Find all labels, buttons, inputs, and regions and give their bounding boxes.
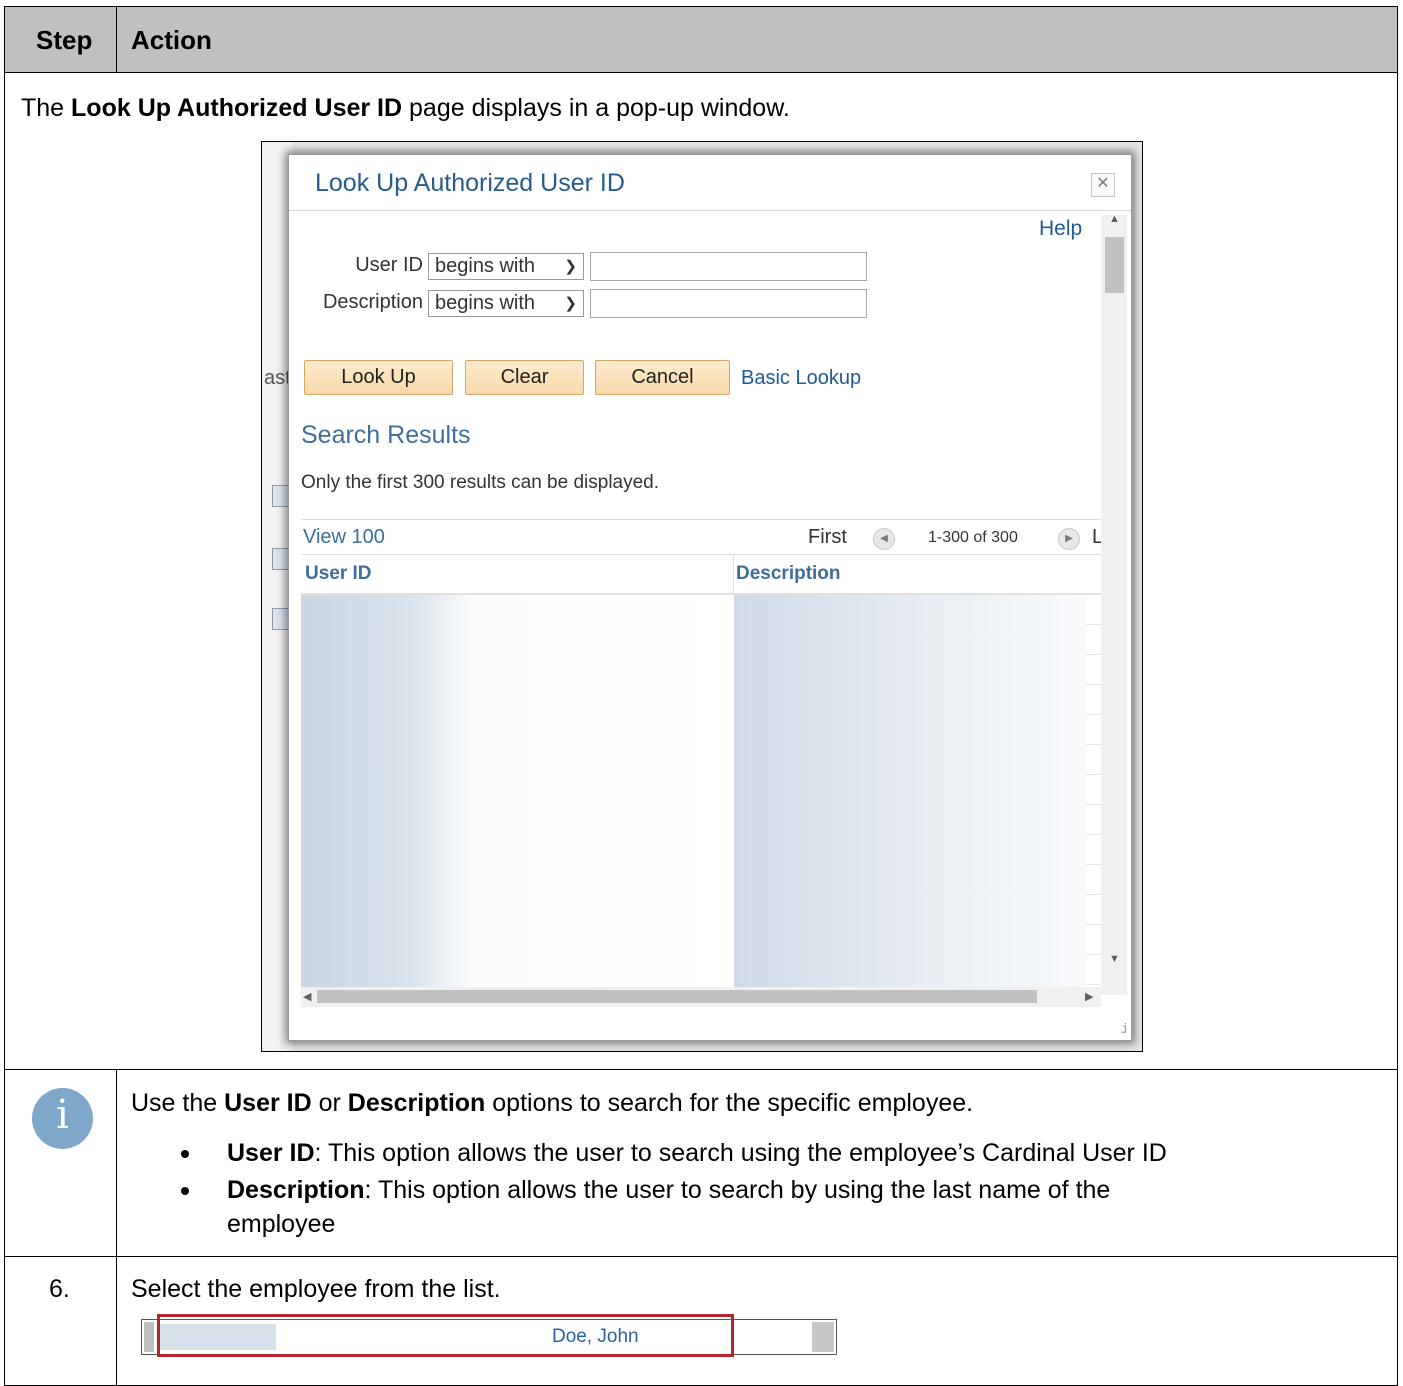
look-up-button[interactable]: Look Up	[304, 360, 453, 395]
chevron-down-icon: ❯	[564, 258, 577, 275]
step-6-instruction: Select the employee from the list.	[131, 1275, 501, 1303]
close-icon[interactable]: ✕	[1091, 173, 1115, 197]
scroll-right-icon[interactable]: ▶	[1085, 990, 1093, 1003]
popup-description-text: The Look Up Authorized User ID page disp…	[21, 94, 790, 122]
info-icon: i	[32, 1088, 93, 1149]
row-left-edge	[144, 1322, 154, 1352]
lookup-popup-screenshot: ast Look Up Authorized User ID ✕ Help Us…	[261, 141, 1143, 1052]
description-operator-select[interactable]: begins with ❯	[428, 290, 584, 317]
user-id-operator-value: begins with	[435, 255, 536, 277]
search-results-heading: Search Results	[301, 421, 471, 449]
basic-lookup-link[interactable]: Basic Lookup	[741, 367, 861, 390]
user-id-label: User ID	[355, 254, 423, 276]
bullet-user-id: User ID: This option allows the user to …	[227, 1139, 1167, 1167]
chevron-down-icon: ❯	[564, 295, 577, 312]
horizontal-scrollbar[interactable]: ◀ ▶	[301, 987, 1101, 1007]
column-divider	[116, 1069, 117, 1256]
blurred-user-id-values	[301, 595, 731, 988]
grid-column-headers: User ID Description	[301, 555, 1101, 595]
clear-button[interactable]: Clear	[465, 360, 584, 395]
scroll-down-icon[interactable]: ▼	[1109, 953, 1120, 965]
bullet-icon	[181, 1187, 189, 1195]
action-column-header: Action	[131, 25, 212, 55]
bullet-description: Description: This option allows the user…	[227, 1176, 1111, 1204]
column-divider	[733, 555, 734, 593]
header-divider	[116, 7, 117, 72]
lookup-dialog: Look Up Authorized User ID ✕ Help User I…	[288, 154, 1132, 1041]
grid-row-lines	[1086, 595, 1101, 988]
step-column-header: Step	[36, 25, 93, 55]
note-intro: Use the User ID or Description options t…	[131, 1089, 974, 1117]
vertical-scroll-thumb[interactable]	[1105, 237, 1124, 293]
page-range: 1-300 of 300	[928, 529, 1018, 546]
horizontal-scroll-thumb[interactable]	[317, 990, 1037, 1003]
row-right-edge	[812, 1322, 834, 1352]
cancel-button[interactable]: Cancel	[595, 360, 730, 395]
step-number: 6.	[49, 1275, 70, 1303]
first-link[interactable]: First	[808, 526, 847, 549]
dialog-title: Look Up Authorized User ID	[315, 169, 625, 197]
next-page-icon[interactable]: ▶	[1058, 528, 1080, 550]
bullet-description-line2: employee	[227, 1210, 336, 1238]
grid-navigation: View 100 First ◀ 1-300 of 300 ▶ L	[301, 520, 1103, 555]
results-grid: View 100 First ◀ 1-300 of 300 ▶ L User I…	[301, 519, 1103, 988]
user-id-input[interactable]	[590, 252, 867, 281]
description-operator-value: begins with	[435, 292, 536, 314]
column-header-description[interactable]: Description	[736, 563, 841, 585]
description-input[interactable]	[590, 289, 867, 318]
column-header-user-id[interactable]: User ID	[305, 563, 372, 585]
note-row: Use the User ID or Description options t…	[4, 1069, 1398, 1257]
user-id-operator-select[interactable]: begins with ❯	[428, 253, 584, 280]
background-fragment: ast	[264, 367, 291, 389]
resize-grip-icon[interactable]: .:i	[1120, 1020, 1127, 1036]
previous-page-icon[interactable]: ◀	[873, 528, 895, 550]
scroll-left-icon[interactable]: ◀	[303, 990, 311, 1003]
table-header: Step Action	[4, 6, 1398, 73]
bullet-icon	[181, 1150, 189, 1158]
view-100-link[interactable]: View 100	[303, 526, 385, 549]
blurred-description-values	[734, 595, 1086, 988]
results-limit-note: Only the first 300 results can be displa…	[301, 472, 660, 493]
scroll-up-icon[interactable]: ▲	[1109, 213, 1120, 225]
description-label: Description	[322, 291, 423, 313]
title-divider	[289, 210, 1131, 211]
highlight-box	[157, 1314, 734, 1357]
help-link[interactable]: Help	[1039, 217, 1082, 241]
column-divider	[116, 1256, 117, 1385]
vertical-scrollbar[interactable]: ▲ ▼	[1101, 213, 1127, 995]
